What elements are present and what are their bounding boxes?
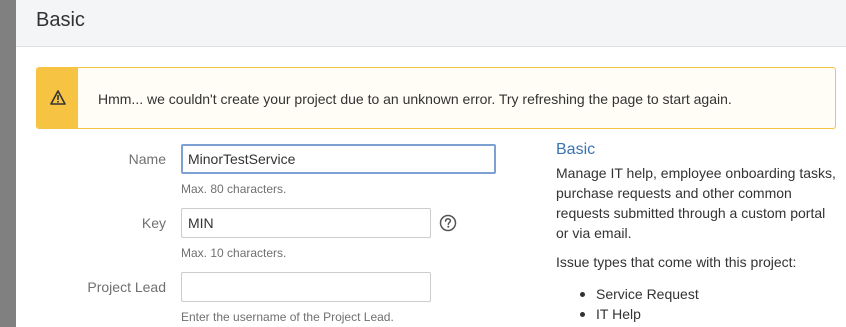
warning-text: Hmm... we couldn't create your project d… (98, 91, 732, 107)
list-item: IT Help (578, 304, 699, 324)
question-circle-icon[interactable] (439, 214, 457, 232)
key-help-text: Max. 10 characters. (181, 246, 287, 260)
template-description: Manage IT help, employee onboarding task… (556, 165, 836, 241)
create-project-dialog: Basic Hmm... we couldn't create your pro… (16, 0, 846, 327)
issue-type-label: IT Help (596, 306, 641, 322)
warning-message: Hmm... we couldn't create your project d… (36, 67, 836, 129)
key-input[interactable] (181, 208, 431, 238)
warning-triangle-icon (50, 90, 66, 105)
name-help-text: Max. 80 characters. (181, 182, 287, 196)
bullet-icon (580, 312, 585, 317)
bullet-icon (580, 292, 585, 297)
dialog-title: Basic (36, 9, 85, 31)
template-title: Basic (556, 141, 596, 158)
warning-strip (37, 68, 78, 128)
project-lead-help-text: Enter the username of the Project Lead. (181, 310, 394, 324)
issue-type-label: Service Request (596, 286, 699, 302)
name-label: Name (128, 151, 166, 167)
project-lead-input[interactable] (181, 272, 431, 302)
name-input[interactable] (181, 144, 496, 174)
dialog-header: Basic (16, 0, 846, 47)
key-label: Key (141, 215, 166, 231)
issue-types-heading: Issue types that come with this project: (556, 254, 797, 270)
list-item: Service Request (578, 284, 699, 304)
issue-types-list: Service Request IT Help (578, 284, 699, 324)
project-lead-label: Project Lead (87, 279, 166, 295)
